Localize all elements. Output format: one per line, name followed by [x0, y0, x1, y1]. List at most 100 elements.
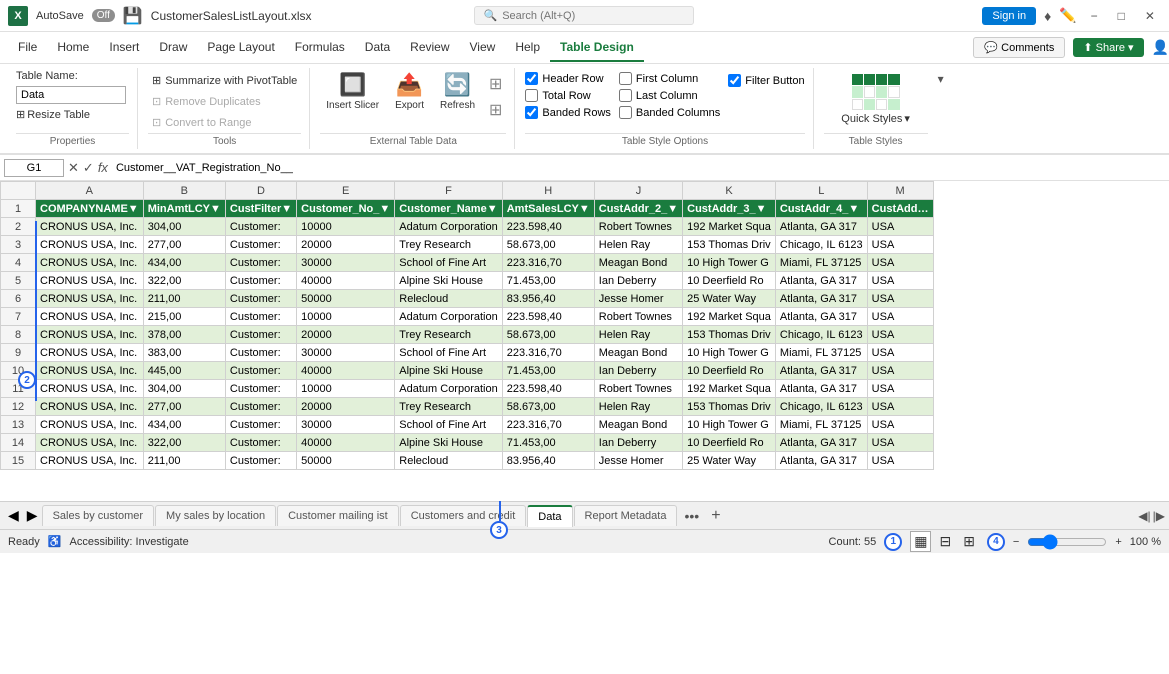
cell-12-9[interactable]: USA — [867, 398, 933, 416]
summarize-pivot-button[interactable]: ⊞ Summarize with PivotTable — [148, 72, 301, 89]
cell-4-5[interactable]: 223.316,70 — [502, 254, 594, 272]
sign-in-button[interactable]: Sign in — [982, 7, 1036, 25]
ext-btn2[interactable]: ⊞ — [485, 98, 506, 122]
cell-9-4[interactable]: School of Fine Art — [395, 344, 502, 362]
header-row-checkbox-label[interactable]: Header Row — [525, 72, 611, 85]
sheet-tab-more[interactable]: ••• — [678, 508, 705, 524]
autosave-toggle[interactable]: Off — [92, 9, 115, 22]
pen-icon[interactable]: ✏️ — [1059, 7, 1076, 24]
cell-5-9[interactable]: USA — [867, 272, 933, 290]
spreadsheet-scroll[interactable]: A B D E F H J K L M 1COMPANYNAME▼MinAmtL… — [0, 181, 1169, 501]
cell-reference-input[interactable] — [4, 159, 64, 177]
cell-6-4[interactable]: Relecloud — [395, 290, 502, 308]
tab-help[interactable]: Help — [505, 34, 550, 62]
sheet-scroll-left[interactable]: ◀| — [1138, 509, 1150, 523]
cell-5-0[interactable]: CRONUS USA, Inc. — [36, 272, 144, 290]
banded-rows-checkbox-label[interactable]: Banded Rows — [525, 106, 611, 119]
normal-view-icon[interactable]: ▦ — [910, 531, 931, 552]
cell-13-1[interactable]: 434,00 — [143, 416, 225, 434]
cell-9-3[interactable]: 30000 — [297, 344, 395, 362]
sheet-tab-my-sales[interactable]: My sales by location — [155, 505, 276, 526]
tab-home[interactable]: Home — [47, 34, 99, 62]
table-name-input[interactable] — [16, 86, 126, 104]
cell-13-3[interactable]: 30000 — [297, 416, 395, 434]
header-cell-8[interactable]: CustAddr_4_▼ — [775, 200, 867, 218]
zoom-out-icon[interactable]: − — [1013, 536, 1019, 548]
sheet-nav-prev[interactable]: ◀ — [4, 507, 23, 524]
refresh-button[interactable]: 🔄 Refresh — [434, 68, 481, 115]
cell-15-2[interactable]: Customer: — [225, 452, 296, 470]
banded-columns-checkbox[interactable] — [619, 106, 632, 119]
cell-6-8[interactable]: Atlanta, GA 317 — [775, 290, 867, 308]
confirm-formula-icon[interactable]: ✓ — [83, 160, 94, 176]
col-D-header[interactable]: D — [225, 182, 296, 200]
cell-12-2[interactable]: Customer: — [225, 398, 296, 416]
cell-3-0[interactable]: CRONUS USA, Inc. — [36, 236, 144, 254]
cell-14-5[interactable]: 71.453,00 — [502, 434, 594, 452]
cell-15-5[interactable]: 83.956,40 — [502, 452, 594, 470]
tab-insert[interactable]: Insert — [99, 34, 149, 62]
cell-7-7[interactable]: 192 Market Squa — [683, 308, 776, 326]
banded-columns-checkbox-label[interactable]: Banded Columns — [619, 106, 720, 119]
cell-14-9[interactable]: USA — [867, 434, 933, 452]
cell-11-0[interactable]: CRONUS USA, Inc. — [36, 380, 144, 398]
insert-slicer-button[interactable]: 🔲 Insert Slicer — [320, 68, 385, 115]
share-button[interactable]: ⬆ Share ▾ — [1073, 38, 1143, 57]
cell-9-6[interactable]: Meagan Bond — [594, 344, 682, 362]
cell-3-7[interactable]: 153 Thomas Driv — [683, 236, 776, 254]
cell-10-4[interactable]: Alpine Ski House — [395, 362, 502, 380]
cell-11-5[interactable]: 223.598,40 — [502, 380, 594, 398]
diamond-icon[interactable]: ♦ — [1044, 8, 1051, 24]
search-input[interactable] — [502, 10, 662, 22]
cell-15-1[interactable]: 211,00 — [143, 452, 225, 470]
cell-3-3[interactable]: 20000 — [297, 236, 395, 254]
cell-9-5[interactable]: 223.316,70 — [502, 344, 594, 362]
header-cell-6[interactable]: CustAddr_2_▼ — [594, 200, 682, 218]
cell-13-8[interactable]: Miami, FL 37125 — [775, 416, 867, 434]
sheet-tab-data[interactable]: Data — [527, 505, 572, 527]
col-E-header[interactable]: E — [297, 182, 395, 200]
ribbon-collapse-icon[interactable]: 👤 — [1152, 39, 1169, 56]
cell-2-4[interactable]: Adatum Corporation — [395, 218, 502, 236]
cell-9-0[interactable]: CRONUS USA, Inc. — [36, 344, 144, 362]
header-cell-1[interactable]: MinAmtLCY▼ — [143, 200, 225, 218]
cell-6-7[interactable]: 25 Water Way — [683, 290, 776, 308]
cell-2-1[interactable]: 304,00 — [143, 218, 225, 236]
cell-3-1[interactable]: 277,00 — [143, 236, 225, 254]
col-H-header[interactable]: H — [502, 182, 594, 200]
sheet-scroll-right[interactable]: |▶ — [1153, 509, 1165, 523]
cell-9-2[interactable]: Customer: — [225, 344, 296, 362]
cell-5-7[interactable]: 10 Deerfield Ro — [683, 272, 776, 290]
cell-8-9[interactable]: USA — [867, 326, 933, 344]
cell-4-1[interactable]: 434,00 — [143, 254, 225, 272]
sheet-tab-mailing[interactable]: Customer mailing ist — [277, 505, 399, 526]
quick-styles-dropdown-icon[interactable]: ▾ — [904, 112, 910, 125]
cell-9-9[interactable]: USA — [867, 344, 933, 362]
sheet-nav-next[interactable]: ▶ — [23, 507, 42, 524]
cell-6-2[interactable]: Customer: — [225, 290, 296, 308]
cell-4-0[interactable]: CRONUS USA, Inc. — [36, 254, 144, 272]
sheet-add-button[interactable]: + — [705, 507, 726, 525]
cell-7-9[interactable]: USA — [867, 308, 933, 326]
cell-11-8[interactable]: Atlanta, GA 317 — [775, 380, 867, 398]
export-button[interactable]: 📤 Export — [389, 68, 430, 115]
cell-7-2[interactable]: Customer: — [225, 308, 296, 326]
banded-rows-checkbox[interactable] — [525, 106, 538, 119]
ext-btn1[interactable]: ⊞ — [485, 72, 506, 96]
tab-formulas[interactable]: Formulas — [285, 34, 355, 62]
cell-7-3[interactable]: 10000 — [297, 308, 395, 326]
cell-3-4[interactable]: Trey Research — [395, 236, 502, 254]
cell-15-8[interactable]: Atlanta, GA 317 — [775, 452, 867, 470]
cell-5-3[interactable]: 40000 — [297, 272, 395, 290]
cell-2-8[interactable]: Atlanta, GA 317 — [775, 218, 867, 236]
header-cell-2[interactable]: CustFilter▼ — [225, 200, 296, 218]
first-column-checkbox-label[interactable]: First Column — [619, 72, 720, 85]
header-row-checkbox[interactable] — [525, 72, 538, 85]
cell-10-5[interactable]: 71.453,00 — [502, 362, 594, 380]
header-cell-5[interactable]: AmtSalesLCY▼ — [502, 200, 594, 218]
col-L-header[interactable]: L — [775, 182, 867, 200]
cell-11-3[interactable]: 10000 — [297, 380, 395, 398]
cell-11-2[interactable]: Customer: — [225, 380, 296, 398]
cell-8-2[interactable]: Customer: — [225, 326, 296, 344]
last-column-checkbox-label[interactable]: Last Column — [619, 89, 720, 102]
